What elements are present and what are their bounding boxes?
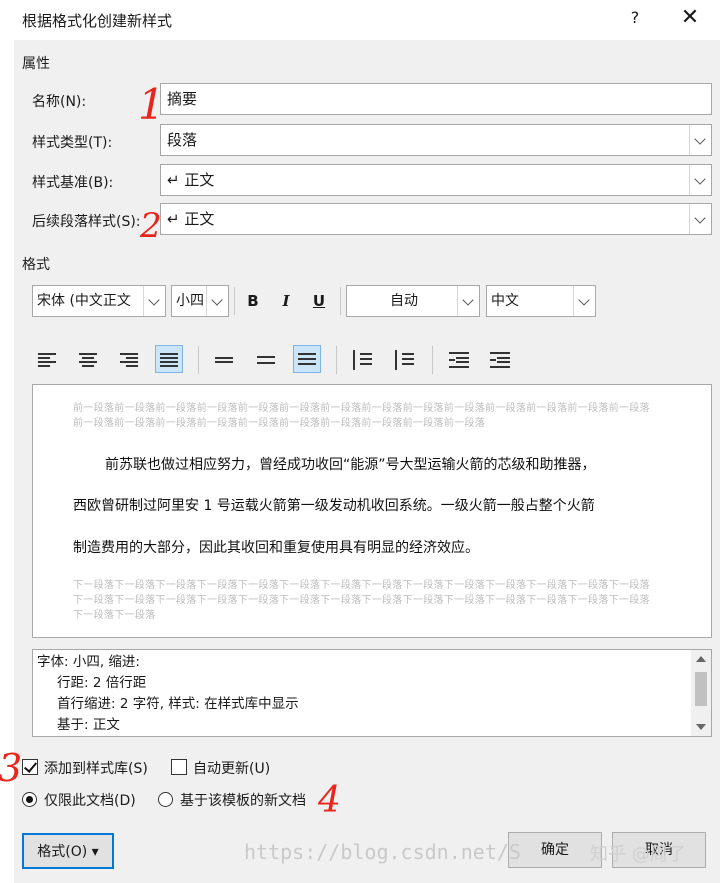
style-preview-pane: 前一段落前一段落前一段落前一段落前一段落前一段落前一段落前一段落前一段落前一段落… — [32, 384, 712, 638]
language-select[interactable]: 中文 — [486, 285, 596, 317]
language-value: 中文 — [491, 293, 519, 309]
toolbar-divider — [432, 346, 433, 374]
following-style-label: 后续段落样式(S): — [32, 214, 141, 230]
following-style-select[interactable]: ↵ 正文 — [160, 203, 712, 235]
dialog-title: 根据格式化创建新样式 — [22, 12, 173, 30]
scroll-thumb[interactable] — [695, 672, 707, 706]
style-type-select[interactable]: 段落 — [160, 124, 712, 156]
watermark-logo: 知乎 @周了 — [590, 844, 686, 865]
italic-button[interactable]: I — [272, 287, 300, 315]
name-input-value: 摘要 — [167, 90, 198, 108]
description-line: 行距: 2 倍行距 — [57, 675, 147, 691]
chevron-down-icon[interactable] — [457, 286, 479, 316]
chevron-down-icon[interactable] — [206, 286, 228, 316]
auto-update-checkbox[interactable] — [171, 759, 187, 775]
annotation-1: 1 — [138, 80, 165, 129]
properties-section-label: 属性 — [22, 56, 50, 72]
chevron-down-icon[interactable] — [689, 165, 711, 195]
font-size-value: 小四 — [176, 293, 204, 309]
name-input[interactable]: 摘要 — [160, 83, 712, 115]
description-line: 基于: 正文 — [57, 717, 120, 733]
add-to-gallery-label[interactable]: 添加到样式库(S) — [44, 758, 148, 778]
font-color-value: 自动 — [390, 293, 418, 309]
chevron-down-icon[interactable] — [573, 286, 595, 316]
bold-button[interactable]: B — [239, 287, 267, 315]
justify-icon[interactable] — [155, 345, 183, 373]
preview-sample-line: 制造费用的大部分，因此其收回和重复使用具有明显的经济效应。 — [73, 540, 479, 556]
single-spacing-icon[interactable] — [210, 346, 238, 374]
add-to-gallery-checkbox[interactable] — [22, 759, 38, 775]
scroll-down-icon[interactable] — [696, 724, 706, 730]
align-right-icon[interactable] — [114, 346, 142, 374]
close-button[interactable]: ✕ — [676, 4, 704, 32]
increase-para-spacing-icon[interactable] — [348, 346, 376, 374]
underline-button[interactable]: U — [305, 287, 333, 315]
annotation-4: 4 — [318, 780, 341, 821]
preview-sample-line: 西欧曾研制过阿里安 1 号运载火箭第一级发动机收回系统。一级火箭一般占整个火箭 — [73, 498, 595, 514]
formatting-section-label: 格式 — [22, 257, 50, 273]
annotation-3: 3 — [0, 746, 23, 790]
auto-update-label[interactable]: 自动更新(U) — [193, 758, 270, 778]
this-document-label[interactable]: 仅限此文档(D) — [44, 790, 136, 810]
description-line: 字体: 小四, 缩进: — [37, 654, 140, 670]
previous-paragraph-preview: 前一段落前一段落前一段落前一段落前一段落前一段落前一段落前一段落前一段落前一段落… — [73, 403, 650, 429]
template-docs-label[interactable]: 基于该模板的新文档 — [180, 790, 306, 810]
title-bar: 根据格式化创建新样式 ? ✕ — [0, 0, 720, 38]
one-half-spacing-icon[interactable] — [252, 346, 280, 374]
decrease-para-spacing-icon[interactable] — [390, 346, 418, 374]
align-left-icon[interactable] — [34, 346, 62, 374]
toolbar-divider — [198, 346, 199, 374]
based-on-value: ↵ 正文 — [167, 171, 215, 189]
style-type-label: 样式类型(T): — [32, 135, 113, 151]
chevron-down-icon[interactable] — [689, 204, 711, 234]
watermark-url: https://blog.csdn.net/S — [244, 840, 521, 864]
description-scrollbar[interactable] — [691, 650, 711, 736]
chevron-down-icon[interactable] — [143, 286, 165, 316]
this-document-radio[interactable] — [22, 792, 37, 807]
help-button[interactable]: ? — [624, 6, 646, 30]
style-description-box: 字体: 小四, 缩进: 行距: 2 倍行距 首行缩进: 2 字符, 样式: 在样… — [32, 649, 712, 737]
double-spacing-icon[interactable] — [293, 345, 321, 373]
font-name-value: 宋体 (中文正文 — [37, 293, 131, 309]
name-label: 名称(N): — [32, 94, 87, 110]
description-line: 首行缩进: 2 字符, 样式: 在样式库中显示 — [57, 696, 299, 712]
next-paragraph-preview: 下一段落下一段落下一段落下一段落下一段落下一段落下一段落下一段落下一段落下一段落… — [73, 580, 650, 621]
increase-indent-icon[interactable] — [486, 346, 514, 374]
following-style-value: ↵ 正文 — [167, 210, 215, 228]
annotation-2: 2 — [140, 206, 162, 246]
toolbar-divider — [336, 346, 337, 374]
format-menu-button[interactable]: 格式(O) ▾ — [22, 833, 114, 869]
preview-sample-line: 前苏联也做过相应努力，曾经成功收回“能源”号大型运输火箭的芯级和助推器， — [105, 457, 596, 473]
toolbar-divider — [340, 287, 341, 315]
toolbar-divider — [234, 287, 235, 315]
chevron-down-icon[interactable] — [689, 125, 711, 155]
font-color-select[interactable]: 自动 — [346, 285, 480, 317]
scroll-up-icon[interactable] — [696, 656, 706, 662]
style-type-value: 段落 — [167, 131, 198, 149]
ok-button[interactable]: 确定 — [508, 832, 602, 868]
align-center-icon[interactable] — [74, 346, 102, 374]
template-docs-radio[interactable] — [158, 792, 173, 807]
based-on-label: 样式基准(B): — [32, 175, 114, 191]
font-name-select[interactable]: 宋体 (中文正文 — [32, 285, 166, 317]
based-on-select[interactable]: ↵ 正文 — [160, 164, 712, 196]
decrease-indent-icon[interactable] — [445, 346, 473, 374]
font-size-select[interactable]: 小四 — [171, 285, 229, 317]
